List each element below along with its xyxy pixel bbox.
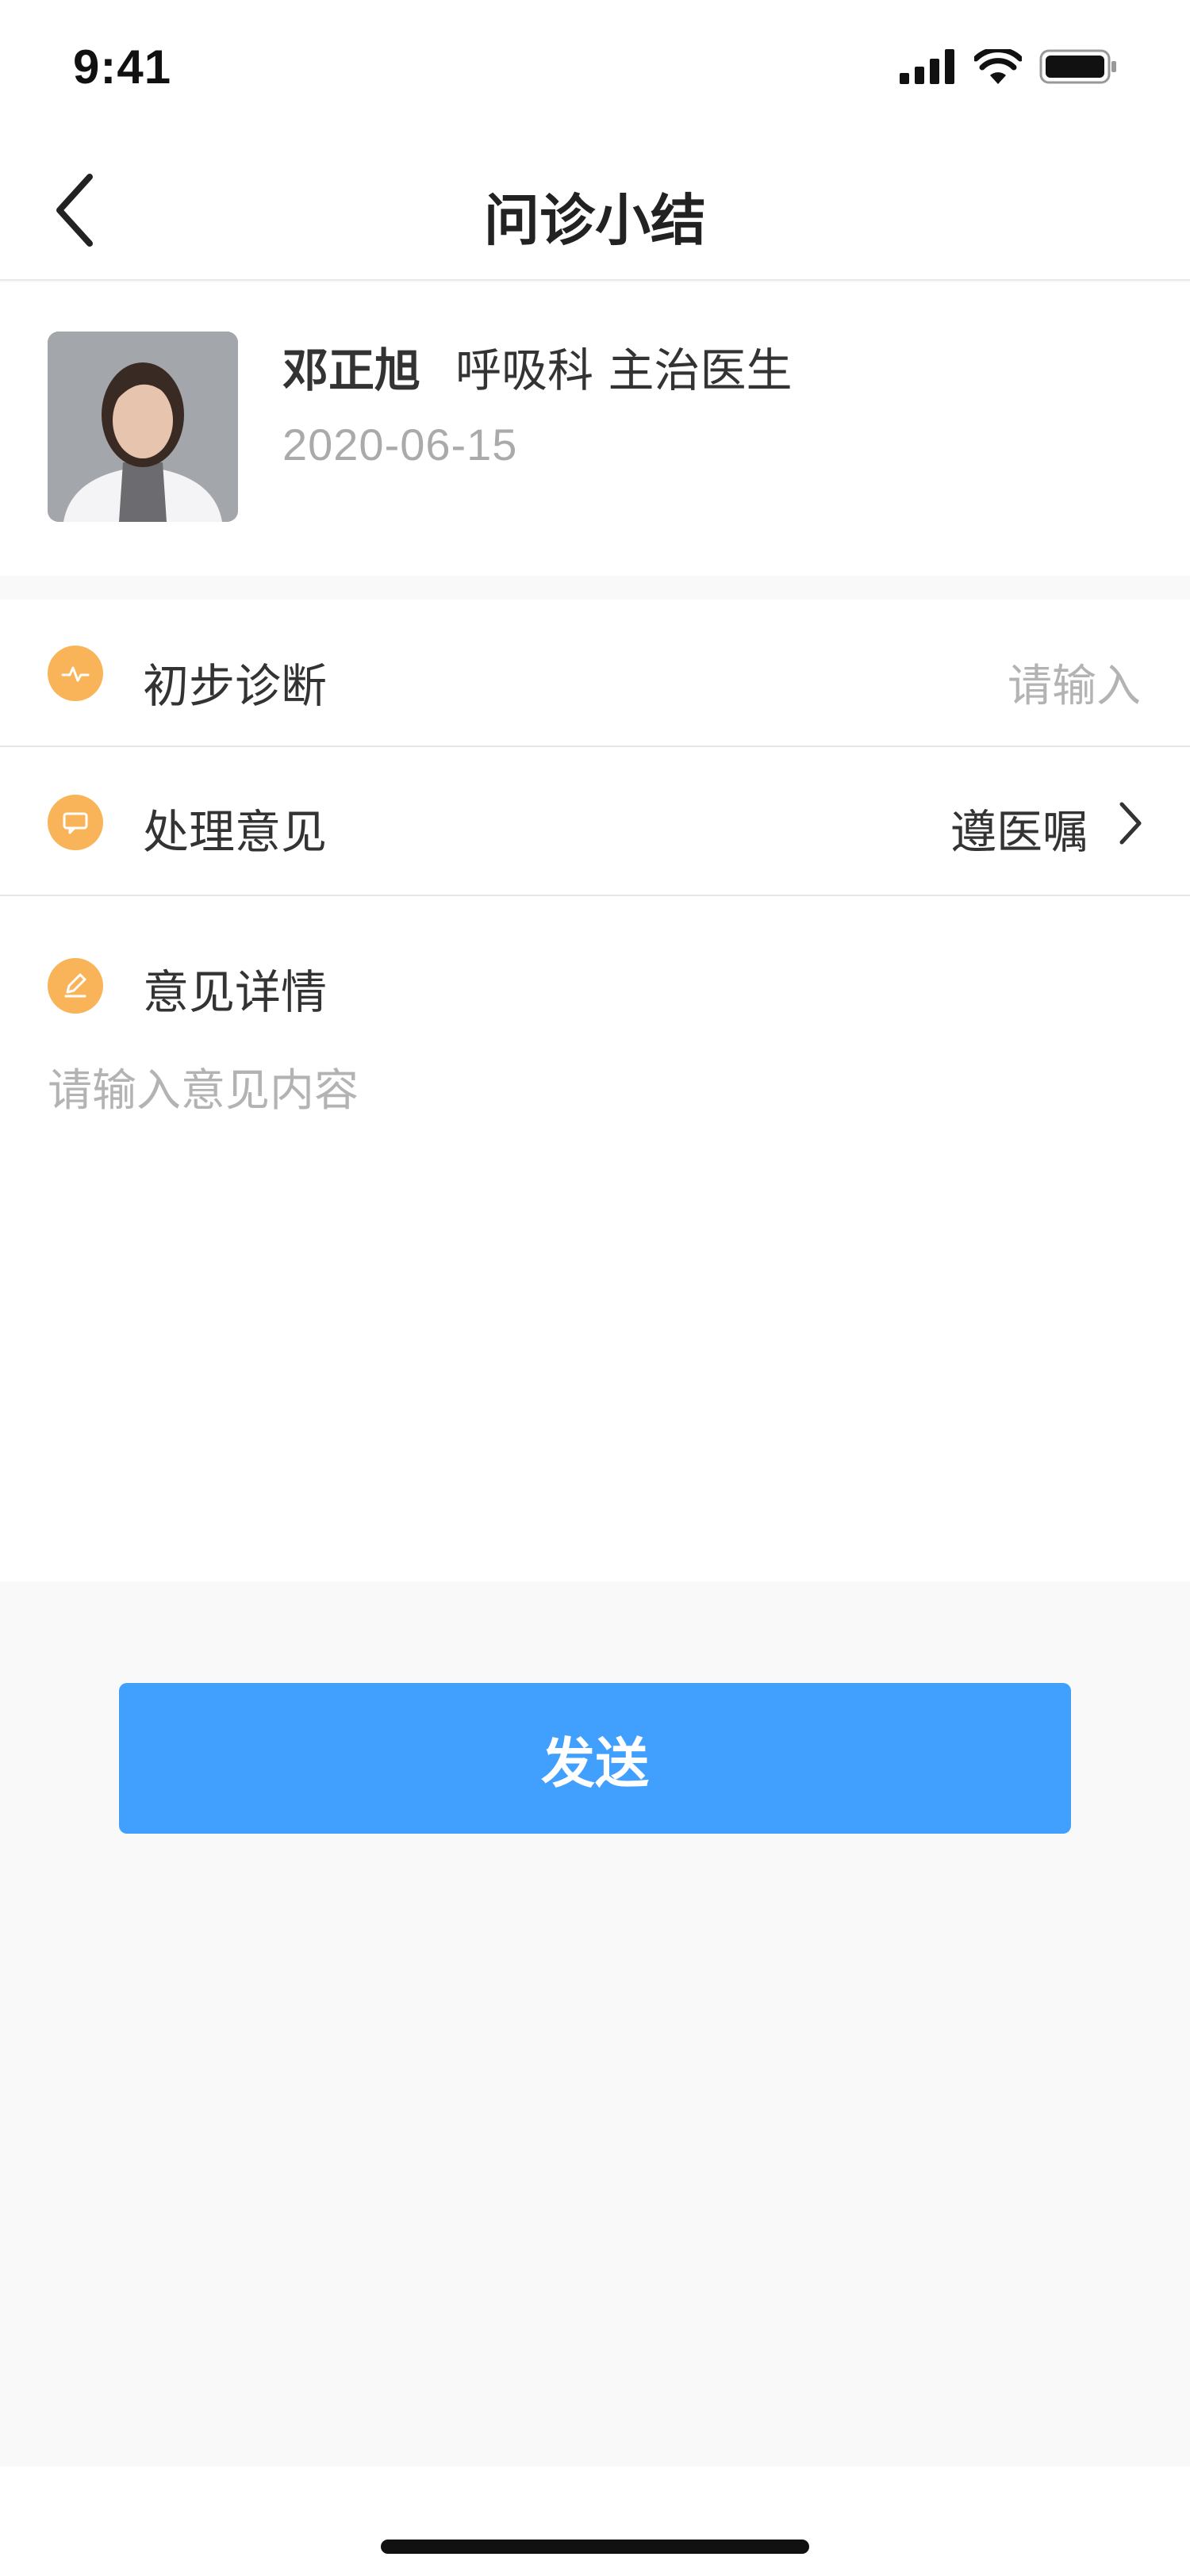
pencil-icon	[48, 958, 103, 1014]
bottom-bar	[0, 2467, 1190, 2576]
doctor-avatar	[48, 332, 238, 522]
send-button[interactable]: 发送	[119, 1683, 1071, 1834]
battery-icon	[1039, 49, 1116, 84]
signal-icon	[900, 49, 954, 84]
chevron-right-icon	[1119, 802, 1142, 845]
status-bar: 9:41	[0, 0, 1190, 143]
treatment-row[interactable]: 处理意见 遵医嘱	[0, 749, 1190, 896]
diagnosis-row[interactable]: 初步诊断 请输入	[0, 600, 1190, 747]
doctor-name: 邓正旭	[282, 343, 421, 397]
home-indicator[interactable]	[381, 2540, 809, 2554]
doctor-department-title: 呼吸科 主治医生	[455, 343, 793, 397]
treatment-value[interactable]: 遵医嘱	[950, 795, 1088, 861]
detail-label: 意见详情	[143, 965, 328, 1019]
consult-date: 2020-06-15	[282, 420, 518, 470]
nav-bar: 问诊小结	[0, 143, 1190, 281]
diagnosis-label: 初步诊断	[143, 659, 328, 713]
doctor-card: 邓正旭 呼吸科 主治医生 2020-06-15	[0, 282, 1190, 576]
treatment-label: 处理意见	[143, 805, 328, 859]
heartbeat-icon	[48, 646, 103, 701]
status-time: 9:41	[73, 40, 172, 94]
wifi-icon	[974, 49, 1022, 84]
status-icons	[900, 49, 1119, 84]
doctor-info: 邓正旭 呼吸科 主治医生	[282, 333, 792, 400]
summary-form: 初步诊断 请输入 处理意见 遵医嘱 意见详情 请输入意见内容	[0, 600, 1190, 1581]
chat-bubble-icon	[48, 795, 103, 850]
page-title: 问诊小结	[484, 188, 706, 253]
diagnosis-input[interactable]: 请输入	[1008, 650, 1141, 715]
detail-textarea[interactable]: 请输入意见内容	[48, 1055, 1142, 1499]
